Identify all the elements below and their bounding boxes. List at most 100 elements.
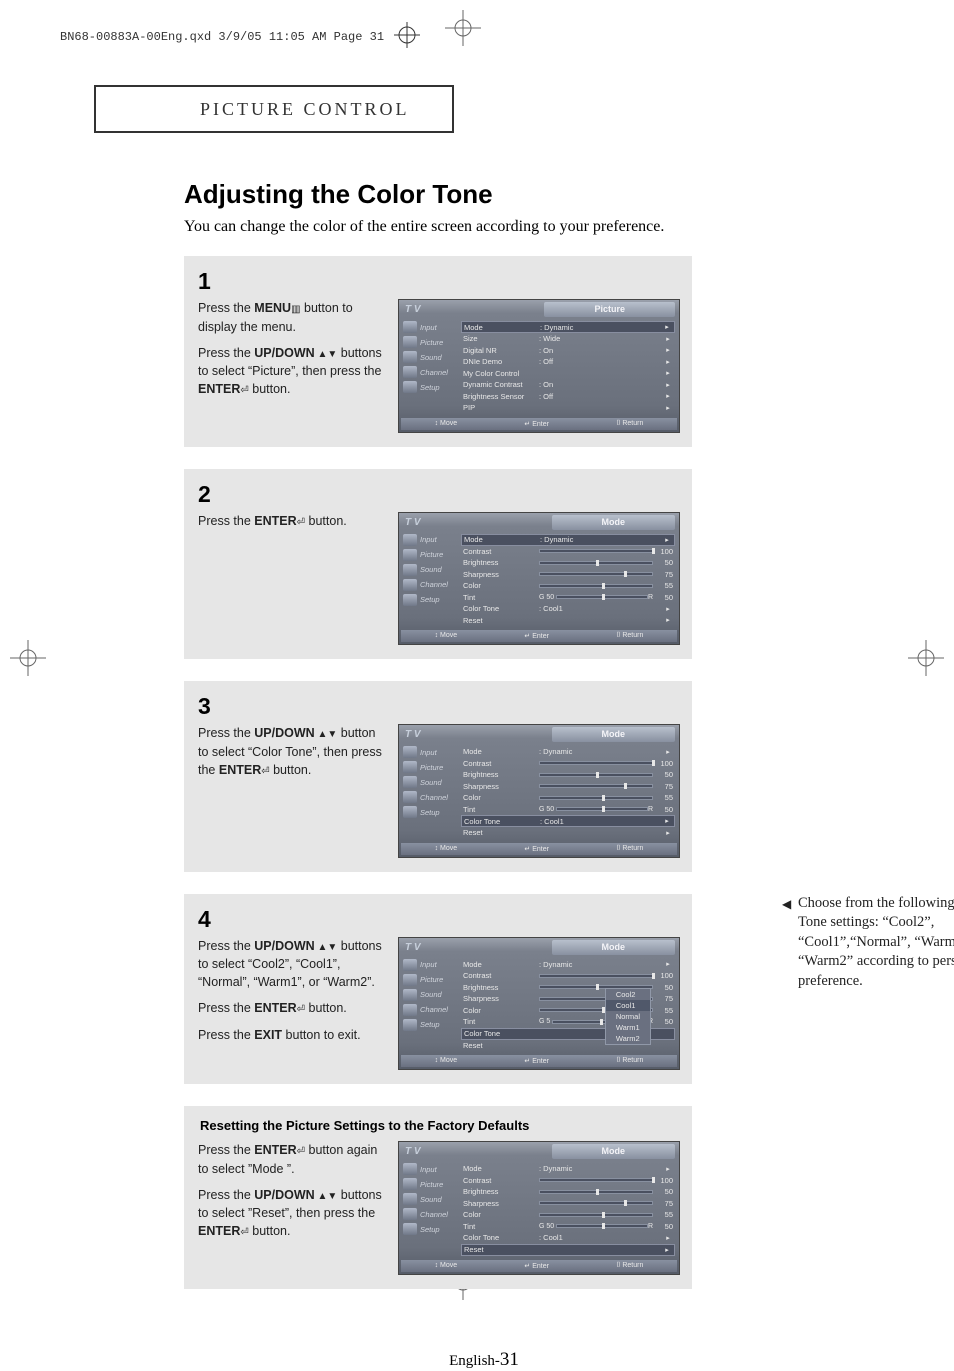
step-3: 3 Press the UP/DOWN ▲▼ button to select … [184,681,692,872]
osd-row-label: Dynamic Contrast [463,380,539,389]
osd-row-label: PIP [463,403,539,412]
footer-lang: English- [449,1353,500,1369]
osd-row: Brightness50 [463,1186,673,1198]
osd-row-value: 55 [653,793,673,802]
osd-tv-label: T V [401,302,425,317]
step-number: 4 [198,906,678,933]
osd-row: Color Tone: Cool1▸ [463,1232,673,1244]
arrow-right-icon: ▸ [663,392,673,400]
osd-row-value: : Dynamic [539,960,663,969]
osd-nav-item: Sound [403,1193,457,1205]
osd-row-label: Contrast [463,759,539,768]
osd-row-value: 55 [653,1210,673,1219]
osd-row: Sharpness75 [463,1198,673,1210]
osd-row-value: 75 [653,994,673,1003]
osd-nav-item: Picture [403,761,457,773]
arrow-right-icon: ▸ [662,323,672,331]
osd-row-label: Mode [463,960,539,969]
step-reset: Resetting the Picture Settings to the Fa… [184,1106,692,1289]
osd-row-value: 100 [653,759,673,768]
osd-row-label: Digital NR [463,346,539,355]
menu-icon: ▥ [291,304,300,315]
reset-title: Resetting the Picture Settings to the Fa… [200,1118,678,1133]
page-footer: English-31 [94,1349,874,1371]
page-content: PICTURE CONTROL Adjusting the Color Tone… [94,85,874,1311]
step-number: 3 [198,693,678,720]
osd-row: Contrast100 [463,546,673,558]
osd-footer: ↕ Move↵ Enter⌷ Return [401,418,677,430]
osd-nav-item: Sound [403,564,457,576]
arrow-right-icon: ▸ [662,536,672,544]
osd-row: Sharpness75 [463,569,673,581]
osd-screen-2: T VModeInputPictureSoundChannelSetupMode… [398,512,680,646]
page-headline: Adjusting the Color Tone [184,179,874,210]
osd-nav-icon [403,746,417,758]
osd-row: My Color Control▸ [463,368,673,380]
crop-mark-right-icon [908,640,944,681]
osd-row-label: Mode [463,1164,539,1173]
osd-nav-icon [403,534,417,546]
osd-row-value: : Cool1 [539,604,663,613]
print-header: BN68-00883A-00Eng.qxd 3/9/05 11:05 AM Pa… [60,22,420,52]
osd-content: Mode: Dynamic▸Contrast100Brightness50Sha… [459,532,677,629]
osd-row-label: Contrast [463,547,539,556]
osd-nav-item: Channel [403,1208,457,1220]
osd-nav-item: Input [403,1163,457,1175]
osd-row: PIP▸ [463,402,673,414]
osd-screen-4: T VModeInputPictureSoundChannelSetupMode… [398,937,680,1071]
osd-row: Dynamic Contrast: On▸ [463,379,673,391]
osd-nav-item: Channel [403,579,457,591]
osd-footer: ↕ Move↵ Enter⌷ Return [401,1055,677,1067]
osd-row-value: 55 [653,1006,673,1015]
osd-row: Mode: Dynamic▸ [463,746,673,758]
osd-row: Mode: Dynamic▸ [463,959,673,971]
step-1: 1 Press the MENU▥ button to display the … [184,256,692,447]
osd-nav-item: Input [403,746,457,758]
arrow-right-icon: ▸ [662,817,672,825]
osd-nav-icon [403,366,417,378]
osd-row-value: 50 [653,770,673,779]
arrow-right-icon: ▸ [663,335,673,343]
osd-title: Mode [552,727,676,742]
step-number: 1 [198,268,678,295]
osd-row: Color55 [463,1209,673,1221]
osd-nav-icon [403,351,417,363]
osd-row-label: Reset [463,1041,539,1050]
crop-mark-left-icon [10,640,46,681]
step-reset-text: Press the ENTER⏎ button again to select … [198,1141,386,1249]
osd-row-value: : Dynamic [540,323,662,332]
enter-icon: ⏎ [297,1004,305,1015]
osd-row-label: Sharpness [463,1199,539,1208]
osd-dropdown-item: Warm2 [606,1033,650,1044]
osd-row-label: Reset [463,828,539,837]
section-title: PICTURE CONTROL [200,99,410,120]
osd-screen-1: T VPictureInputPictureSoundChannelSetupM… [398,299,680,433]
osd-nav-item: Setup [403,1019,457,1031]
osd-nav-item: Setup [403,594,457,606]
osd-row-value: 75 [653,782,673,791]
osd-screen-3: T VModeInputPictureSoundChannelSetupMode… [398,724,680,858]
arrow-right-icon: ▸ [663,616,673,624]
osd-title: Mode [552,1144,676,1159]
osd-row-label: Brightness [463,558,539,567]
osd-nav-icon [403,564,417,576]
osd-title: Picture [544,302,675,317]
osd-row-label: Color [463,793,539,802]
osd-row-label: Size [463,334,539,343]
osd-row-value: : Wide [539,334,663,343]
enter-icon: ⏎ [297,1146,305,1157]
enter-icon: ⏎ [240,1227,248,1238]
osd-row-label: Color [463,1006,539,1015]
section-tab: PICTURE CONTROL [94,85,454,133]
osd-nav-icon [403,791,417,803]
osd-row: Brightness Sensor: Off▸ [463,391,673,403]
triangle-left-icon: ◀ [782,896,791,912]
osd-row-label: Color [463,581,539,590]
osd-nav-icon [403,1178,417,1190]
arrow-right-icon: ▸ [663,960,673,968]
osd-nav-item: Input [403,534,457,546]
osd-row-value: 75 [653,570,673,579]
osd-footer: ↕ Move↵ Enter⌷ Return [401,843,677,855]
osd-nav-icon [403,1163,417,1175]
osd-nav-icon [403,959,417,971]
